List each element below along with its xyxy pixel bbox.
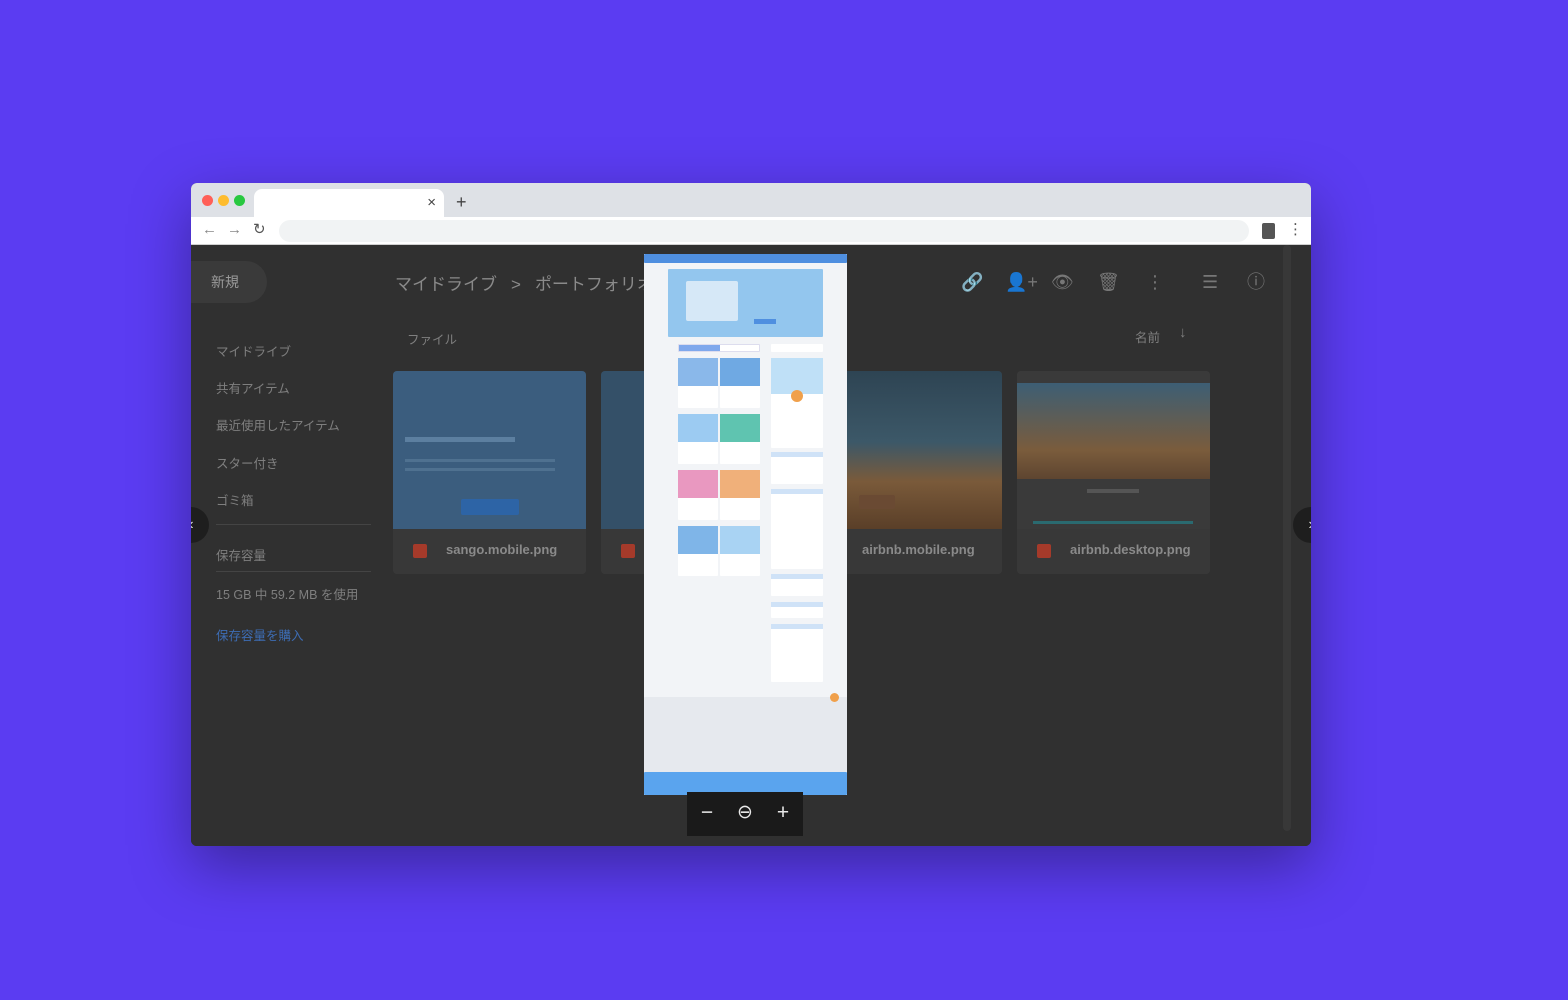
trash-icon[interactable]: 🗑 — [1097, 271, 1120, 293]
preview-post-card — [720, 526, 760, 576]
minimize-window-button[interactable] — [218, 195, 229, 206]
maximize-window-button[interactable] — [234, 195, 245, 206]
file-card-footer: airbnb.desktop.png — [1017, 529, 1210, 574]
preview-post-card — [720, 414, 760, 464]
new-button[interactable]: 新規 — [191, 261, 267, 303]
file-name: airbnb.mobile.png — [862, 542, 975, 557]
clipboard-icon[interactable] — [1262, 223, 1275, 239]
preview-post-card — [720, 470, 760, 520]
zoom-in-button[interactable]: + — [771, 801, 795, 825]
sidebar-divider — [216, 524, 371, 525]
preview-profile-widget — [771, 358, 823, 448]
preview-sidebar-widget — [771, 452, 823, 484]
sidebar-item-shared[interactable]: 共有アイテム — [216, 378, 290, 397]
file-card[interactable]: airbnb.desktop.png — [1017, 371, 1210, 574]
address-bar[interactable] — [279, 220, 1249, 242]
preview-post-card — [678, 414, 718, 464]
sort-by-name-button[interactable]: 名前 — [1135, 327, 1160, 346]
sidebar-item-starred[interactable]: スター付き — [216, 453, 279, 472]
sidebar-storage-label[interactable]: 保存容量 — [216, 545, 266, 564]
preview-sidebar-widget — [771, 489, 823, 569]
preview-sidebar-widget — [771, 624, 823, 682]
preview-post-card — [678, 526, 718, 576]
close-window-button[interactable] — [202, 195, 213, 206]
sidebar-item-my-drive[interactable]: マイドライブ — [216, 341, 291, 360]
list-view-icon[interactable]: ☰ — [1202, 271, 1218, 293]
file-thumbnail — [1017, 371, 1210, 529]
breadcrumb: マイドライブ > ポートフォリオ — [395, 270, 654, 295]
image-file-icon — [621, 544, 635, 558]
add-person-icon[interactable]: 👤+ — [1005, 271, 1038, 293]
new-tab-button[interactable]: + — [456, 192, 467, 212]
image-file-icon — [413, 544, 427, 558]
buy-storage-link[interactable]: 保存容量を購入 — [216, 625, 304, 644]
storage-usage-text: 15 GB 中 59.2 MB を使用 — [216, 588, 359, 602]
chevron-right-icon: > — [511, 275, 521, 294]
close-tab-icon[interactable]: × — [427, 193, 436, 213]
preview-post-card — [678, 358, 718, 408]
back-button[interactable]: ← — [202, 220, 217, 240]
browser-toolbar: ← → ↻ ⋮ — [191, 217, 1311, 245]
zoom-controls: − ⊖ + — [687, 792, 803, 836]
tab-bar: × + — [191, 183, 1311, 217]
next-arrow-button[interactable]: › — [1293, 507, 1311, 543]
link-icon[interactable]: 🔗 — [961, 271, 983, 293]
breadcrumb-current[interactable]: ポートフォリオ — [535, 275, 654, 294]
sidebar-item-recent[interactable]: 最近使用したアイテム — [216, 415, 340, 434]
forward-button[interactable]: → — [227, 220, 242, 240]
file-thumbnail — [393, 371, 586, 529]
browser-menu-button[interactable]: ⋮ — [1288, 219, 1303, 241]
preview-search — [771, 344, 823, 352]
storage-bar — [216, 571, 371, 572]
browser-window: × + ← → ↻ ⋮ 新規 マイドライブ 共有アイテム 最近使用したアイテム … — [191, 183, 1311, 846]
more-vert-icon[interactable]: ⋮ — [1146, 271, 1164, 293]
preview-post-card — [720, 358, 760, 408]
preview-header — [644, 254, 847, 263]
drive-content: 新規 マイドライブ 共有アイテム 最近使用したアイテム スター付き ゴミ箱 保存… — [191, 245, 1311, 846]
previous-arrow-button[interactable]: ‹ — [191, 507, 209, 543]
preview-post-card — [678, 470, 718, 520]
magnifier-icon[interactable]: ⊖ — [733, 801, 757, 825]
info-icon[interactable]: ⓘ — [1247, 271, 1265, 293]
sidebar-item-trash[interactable]: ゴミ箱 — [216, 490, 254, 509]
scrollbar[interactable] — [1283, 245, 1291, 831]
zoom-out-button[interactable]: − — [695, 801, 719, 825]
preview-footer-widgets — [644, 693, 847, 772]
file-name: airbnb.desktop.png — [1070, 542, 1191, 557]
breadcrumb-root[interactable]: マイドライブ — [395, 275, 497, 294]
file-card-footer: sango.mobile.png — [393, 529, 586, 574]
image-preview — [644, 254, 847, 795]
arrow-down-icon[interactable]: ↓ — [1179, 324, 1187, 341]
preview-sidebar-widget — [771, 574, 823, 596]
file-name: sango.mobile.png — [446, 542, 558, 557]
reload-button[interactable]: ↻ — [253, 220, 266, 240]
file-card[interactable]: sango.mobile.png — [393, 371, 586, 574]
image-file-icon — [1037, 544, 1051, 558]
files-heading: ファイル — [407, 333, 458, 347]
preview-hero-image — [668, 269, 823, 337]
preview-sidebar-widget — [771, 602, 823, 618]
browser-tab[interactable]: × — [254, 189, 444, 217]
preview-tabs — [678, 344, 760, 352]
eye-icon[interactable]: 👁 — [1051, 271, 1074, 293]
